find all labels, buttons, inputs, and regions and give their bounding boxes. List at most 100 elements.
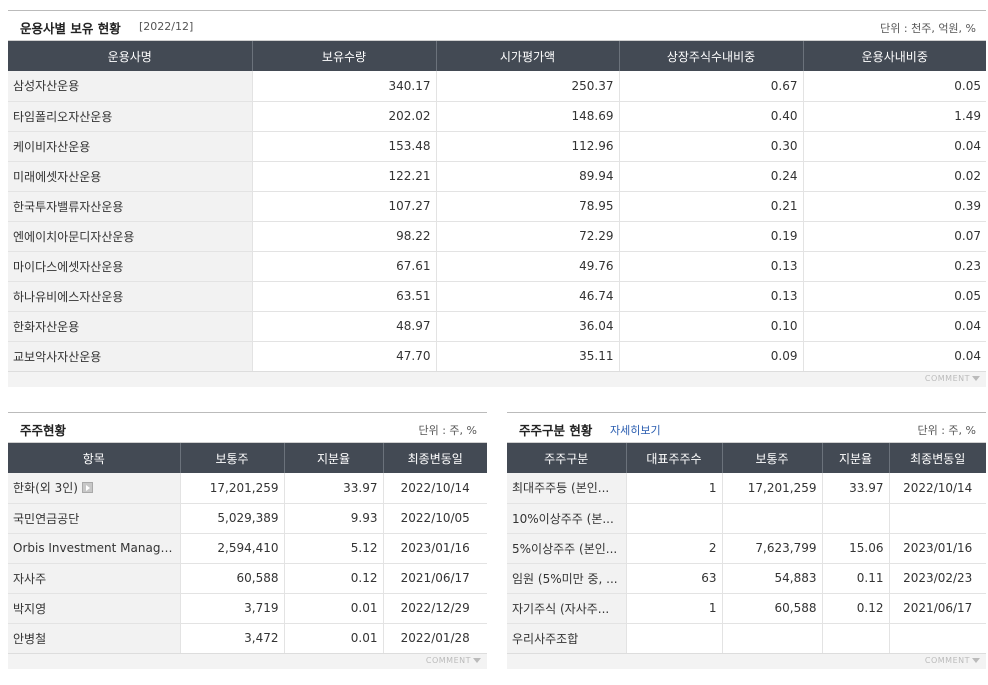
panel-header: 주주현황 단위 : 주, %: [8, 413, 487, 443]
shareholder-name-cell: 안병철: [8, 622, 180, 653]
shareholder-types-panel: 주주구분 현황 자세히보기 단위 : 주, % 주주구분 대표주주수 보통주 지…: [507, 412, 986, 669]
column-header-manager[interactable]: 운용사명: [8, 41, 252, 71]
common-shares-cell-text: 5,029,389: [217, 511, 279, 525]
shareholder-name-cell-text: 국민연금공단: [13, 511, 80, 526]
quantity-cell-text: 107.27: [388, 199, 431, 213]
ratio-cell: [821, 622, 889, 653]
listed-ratio-cell-text: 0.40: [770, 109, 798, 123]
last-change-cell: 2022/12/29: [382, 592, 487, 623]
table-row: 교보악사자산운용 47.70 35.11 0.09 0.04: [8, 340, 986, 371]
column-header-ratio[interactable]: 지분율: [821, 443, 889, 473]
listed-ratio-cell: 0.19: [618, 220, 803, 251]
common-shares-cell-text: 17,201,259: [209, 480, 279, 495]
manager-name-cell: 교보악사자산운용: [8, 340, 252, 371]
ratio-cell: 5.12: [283, 532, 383, 563]
column-header-fund-ratio[interactable]: 운용사내비중: [802, 41, 986, 71]
column-header-item[interactable]: 항목: [8, 443, 180, 473]
expand-arrow-icon[interactable]: [81, 482, 93, 494]
column-header-listed-ratio[interactable]: 상장주식수내비중: [618, 41, 803, 71]
last-change-cell: 2021/06/17: [888, 592, 986, 623]
listed-ratio-cell: 0.67: [618, 71, 803, 101]
ratio-cell-text: 9.93: [350, 511, 378, 525]
last-change-cell-text: 2023/02/23: [903, 571, 973, 585]
holder-count-cell-text: 1: [708, 601, 717, 615]
comment-toggle[interactable]: COMMENT: [925, 374, 980, 383]
last-change-cell-text: 2023/01/16: [400, 541, 470, 555]
last-change-cell: 2023/01/16: [382, 532, 487, 563]
last-change-cell: 2023/01/16: [888, 532, 986, 563]
holder-count-cell: 1: [625, 473, 722, 503]
market-value-cell: 35.11: [435, 340, 619, 371]
ratio-cell-text: 33.97: [849, 480, 884, 495]
ratio-cell-text: 0.11: [856, 571, 884, 585]
column-header-type[interactable]: 주주구분: [507, 443, 626, 473]
unit-label: 단위 : 주, %: [418, 424, 477, 437]
table-row: 삼성자산운용 340.17 250.37 0.67 0.05: [8, 71, 986, 101]
shareholder-type-cell: 최대주주등 (본인...: [507, 473, 626, 503]
common-shares-cell-text: 54,883: [774, 571, 817, 585]
common-shares-cell-text: 3,472: [244, 631, 279, 646]
manager-name-cell: 타임폴리오자산운용: [8, 100, 252, 131]
column-header-common-shares[interactable]: 보통주: [721, 443, 822, 473]
shareholder-type-cell: 5%이상주주 (본인...: [507, 532, 626, 563]
market-value-cell: 89.94: [435, 160, 619, 191]
table-row: 한국투자밸류자산운용 107.27 78.95 0.21 0.39: [8, 190, 986, 221]
comment-toggle[interactable]: COMMENT: [426, 656, 481, 665]
common-shares-cell: 60,588: [721, 592, 822, 623]
listed-ratio-cell-text: 0.13: [770, 259, 798, 273]
market-value-cell-text: 78.95: [579, 199, 614, 213]
listed-ratio-cell: 0.21: [618, 190, 803, 221]
last-change-cell-text: 2022/01/28: [400, 631, 470, 646]
common-shares-cell: 3,472: [179, 622, 284, 653]
shareholder-type-cell: 우리사주조합: [507, 622, 626, 653]
last-change-cell: 2022/01/28: [382, 622, 487, 653]
common-shares-cell: 60,588: [179, 562, 284, 593]
quantity-cell: 153.48: [251, 130, 436, 161]
holder-count-cell-text: 2: [708, 541, 717, 555]
unit-label: 단위 : 주, %: [917, 424, 976, 437]
table-row: 타임폴리오자산운용 202.02 148.69 0.40 1.49: [8, 100, 986, 131]
listed-ratio-cell-text: 0.13: [770, 289, 798, 303]
manager-name-cell-text: 마이다스에셋자산운용: [13, 259, 124, 274]
column-header-quantity[interactable]: 보유수량: [251, 41, 436, 71]
common-shares-cell-text: 7,623,799: [755, 541, 817, 555]
ratio-cell: 0.01: [283, 622, 383, 653]
comment-bar: COMMENT: [507, 653, 986, 669]
shareholder-type-cell-text: 우리사주조합: [512, 631, 579, 646]
column-header-holder-count[interactable]: 대표주주수: [625, 443, 722, 473]
table-row: 엔에이치아문디자산운용 98.22 72.29 0.19 0.07: [8, 220, 986, 251]
market-value-cell-text: 112.96: [571, 139, 614, 153]
common-shares-cell-text: 3,719: [244, 601, 279, 615]
chevron-down-icon: [972, 376, 980, 381]
manager-name-cell: 케이비자산운용: [8, 130, 252, 161]
fund-ratio-cell: 0.23: [802, 250, 986, 281]
common-shares-cell: 17,201,259: [179, 473, 284, 503]
shareholder-type-cell-text: 임원 (5%미만 중, ...: [512, 571, 618, 586]
common-shares-cell: 2,594,410: [179, 532, 284, 563]
column-header-last-change[interactable]: 최종변동일: [382, 443, 487, 473]
detail-link[interactable]: 자세히보기: [610, 422, 661, 438]
column-header-last-change[interactable]: 최종변동일: [888, 443, 986, 473]
fund-ratio-cell-text: 0.39: [954, 199, 981, 213]
quantity-cell-text: 63.51: [396, 289, 431, 303]
column-header-common-shares[interactable]: 보통주: [179, 443, 284, 473]
last-change-cell: 2022/10/14: [888, 473, 986, 503]
asset-manager-table: 운용사명 보유수량 시가평가액 상장주식수내비중 운용사내비중 삼성자산운용 34…: [8, 41, 986, 371]
market-value-cell-text: 35.11: [579, 349, 614, 364]
quantity-cell-text: 98.22: [396, 229, 431, 243]
quantity-cell: 47.70: [251, 340, 436, 371]
holder-count-cell: 1: [625, 592, 722, 623]
shareholder-type-cell: 10%이상주주 (본...: [507, 502, 626, 533]
listed-ratio-cell: 0.30: [618, 130, 803, 161]
column-header-market-value[interactable]: 시가평가액: [435, 41, 619, 71]
fund-ratio-cell: 0.39: [802, 190, 986, 221]
manager-name-cell: 마이다스에셋자산운용: [8, 250, 252, 281]
common-shares-cell-text: 17,201,259: [747, 480, 817, 495]
column-header-ratio[interactable]: 지분율: [283, 443, 383, 473]
manager-name-cell-text: 타임폴리오자산운용: [13, 109, 113, 124]
manager-name-cell-text: 한국투자밸류자산운용: [13, 199, 124, 214]
comment-toggle[interactable]: COMMENT: [925, 656, 980, 665]
last-change-cell-text: 2021/06/17: [903, 601, 973, 615]
table-row: 임원 (5%미만 중, ... 63 54,883 0.11 2023/02/23: [507, 562, 986, 593]
shareholder-name-cell: Orbis Investment Management: [8, 532, 180, 563]
